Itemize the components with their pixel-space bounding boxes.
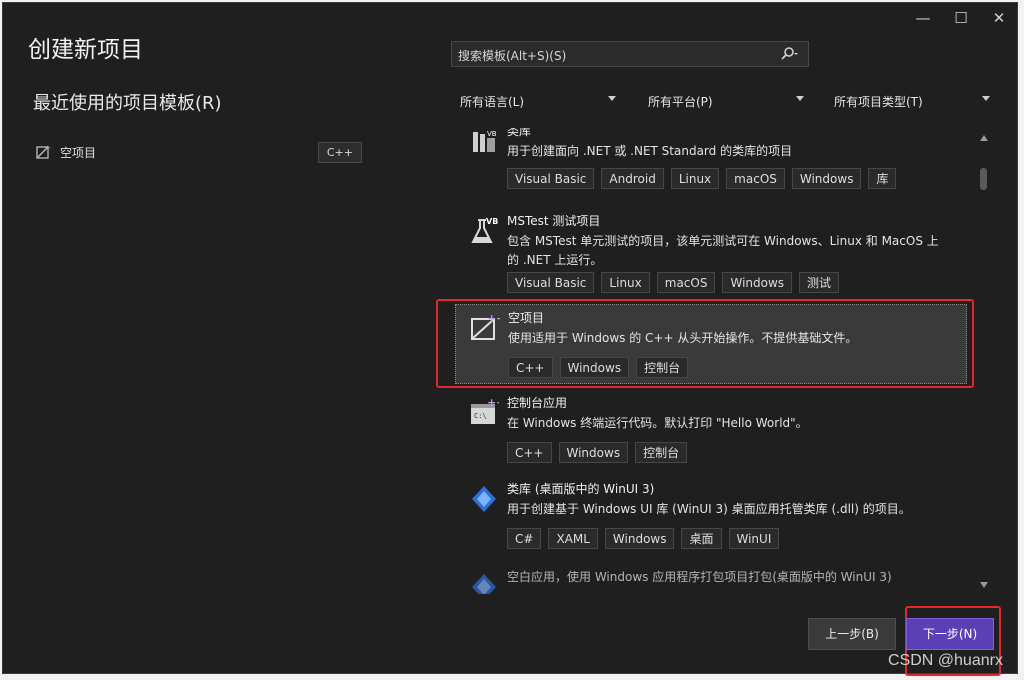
mstest-vb-icon: VB [471, 216, 499, 243]
template-tags: C++ Windows 控制台 [507, 442, 688, 463]
chevron-down-icon [608, 96, 616, 101]
template-description: 用于创建面向 .NET 或 .NET Standard 的类库的项目 [507, 144, 793, 158]
console-app-icon: C:\ ++ [471, 398, 499, 424]
watermark: CSDN @huanrx [888, 652, 1003, 669]
winui-icon [472, 486, 496, 512]
template-tag: C++ [508, 357, 553, 378]
template-item-empty-project[interactable]: ++ 空项目 使用适用于 Windows 的 C++ 从头开始操作。不提供基础文… [455, 304, 967, 384]
maximize-icon[interactable]: ☐ [943, 7, 979, 29]
scroll-up-icon[interactable] [980, 135, 988, 141]
template-search-input[interactable]: 搜索模板(Alt+S)(S) [451, 41, 809, 67]
template-tag: 库 [868, 168, 897, 189]
svg-text:++: ++ [487, 313, 500, 325]
template-tag: Windows [558, 442, 629, 463]
template-description: 包含 MSTest 单元测试的项目，该单元测试可在 Windows、Linux … [507, 234, 939, 267]
template-name: 控制台应用 [507, 396, 568, 410]
template-description: 在 Windows 终端运行代码。默认打印 "Hello World"。 [507, 416, 808, 430]
template-tag: Windows [722, 272, 793, 293]
template-tag: 桌面 [681, 528, 722, 549]
empty-project-icon: ++ [471, 313, 500, 340]
empty-project-icon: ++ [36, 144, 52, 159]
template-tag: Visual Basic [507, 168, 595, 189]
svg-text:VB: VB [487, 130, 497, 138]
platform-filter[interactable]: 所有平台(P) [642, 88, 808, 112]
template-tag: C# [507, 528, 542, 549]
platform-filter-label: 所有平台(P) [648, 95, 713, 109]
template-tags: Visual Basic Linux macOS Windows 测试 [507, 272, 840, 293]
template-description: 使用适用于 Windows 的 C++ 从头开始操作。不提供基础文件。 [508, 331, 858, 345]
next-button[interactable]: 下一步(N) [906, 618, 994, 650]
template-item-winui-class-library[interactable]: 类库 (桌面版中的 WinUI 3) 用于创建基于 Windows UI 库 (… [455, 476, 967, 556]
project-type-filter-label: 所有项目类型(T) [834, 95, 923, 109]
template-tag: Windows [559, 357, 630, 378]
scroll-thumb[interactable] [980, 168, 987, 190]
svg-text:++: ++ [487, 398, 499, 409]
minimize-icon[interactable]: — [905, 7, 941, 29]
template-list[interactable]: VB 类库 用于创建面向 .NET 或 .NET Standard 的类库的项目… [452, 128, 974, 594]
language-filter[interactable]: 所有语言(L) [454, 88, 620, 112]
recent-templates-heading: 最近使用的项目模板(R) [33, 93, 222, 114]
close-icon[interactable]: ✕ [981, 7, 1017, 29]
template-tag: Windows [791, 168, 862, 189]
recent-item-tag: C++ [317, 142, 362, 163]
template-tag: XAML [548, 528, 598, 549]
template-list-scrollbar[interactable] [976, 128, 992, 594]
template-tag: Windows [604, 528, 675, 549]
language-filter-label: 所有语言(L) [460, 95, 525, 109]
recent-item-label: 空项目 [60, 146, 97, 160]
template-tags: C++ Windows 控制台 [508, 357, 689, 378]
template-item-class-library[interactable]: VB 类库 用于创建面向 .NET 或 .NET Standard 的类库的项目… [455, 128, 967, 198]
template-tag: C++ [507, 442, 552, 463]
template-item-mstest[interactable]: VB MSTest 测试项目 包含 MSTest 单元测试的项目，该单元测试可在… [455, 208, 967, 300]
template-tag: Linux [601, 272, 650, 293]
template-tags: Visual Basic Android Linux macOS Windows… [507, 168, 897, 189]
project-type-filter[interactable]: 所有项目类型(T) [828, 88, 994, 112]
template-tag: 测试 [799, 272, 840, 293]
template-tag: macOS [656, 272, 716, 293]
svg-text:++: ++ [45, 144, 52, 152]
template-tag: Visual Basic [507, 272, 595, 293]
template-tag: WinUI [728, 528, 780, 549]
template-tags: C# XAML Windows 桌面 WinUI [507, 528, 780, 549]
template-tag: Linux [670, 168, 720, 189]
search-placeholder: 搜索模板(Alt+S)(S) [458, 49, 567, 63]
recent-item-empty-project[interactable]: ++ 空项目 C++ [36, 142, 362, 164]
chevron-down-icon [796, 96, 804, 101]
template-name: 类库 [507, 128, 532, 138]
page-title: 创建新项目 [28, 37, 143, 63]
template-tag: 控制台 [635, 442, 688, 463]
template-tag: macOS [726, 168, 785, 189]
template-item-winui-blank-app[interactable]: 空白应用，使用 Windows 应用程序打包项目打包(桌面版中的 WinUI 3… [455, 562, 967, 594]
template-description: 用于创建基于 Windows UI 库 (WinUI 3) 桌面应用托管类库 (… [507, 502, 911, 516]
template-name: 类库 (桌面版中的 WinUI 3) [507, 482, 655, 496]
template-name: 空白应用，使用 Windows 应用程序打包项目打包(桌面版中的 WinUI 3… [507, 570, 892, 584]
chevron-down-icon [982, 96, 990, 101]
template-name: 空项目 [508, 311, 545, 325]
template-name: MSTest 测试项目 [507, 214, 601, 228]
scroll-down-icon[interactable] [980, 582, 988, 588]
template-tag: 控制台 [636, 357, 689, 378]
svg-text:C:\: C:\ [474, 412, 487, 420]
template-tag: Android [601, 168, 664, 189]
search-icon[interactable] [780, 46, 800, 62]
template-item-console-app[interactable]: C:\ ++ 控制台应用 在 Windows 终端运行代码。默认打印 "Hell… [455, 390, 967, 470]
svg-text:VB: VB [486, 217, 498, 226]
class-library-vb-icon: VB [473, 130, 497, 152]
winui-icon [472, 574, 496, 594]
previous-button[interactable]: 上一步(B) [808, 618, 896, 650]
